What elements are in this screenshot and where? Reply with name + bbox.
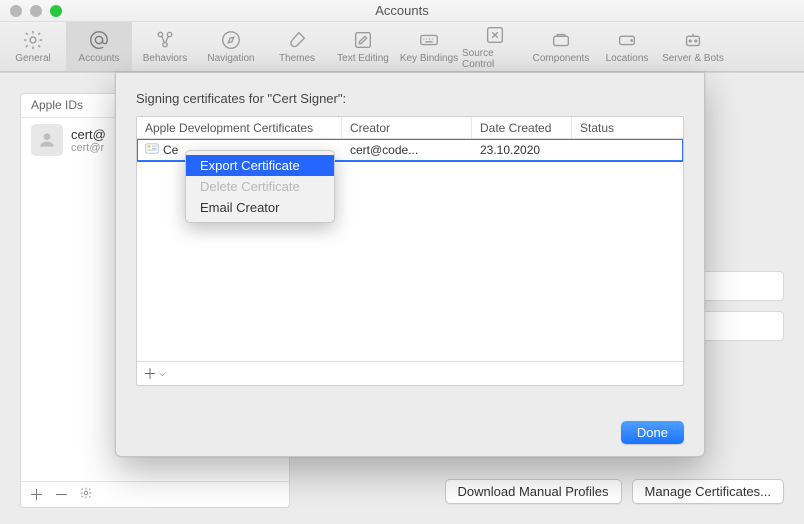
sheet-title: Signing certificates for "Cert Signer": <box>136 91 684 106</box>
preferences-toolbar: General Accounts Behaviors Navigation Th… <box>0 22 804 72</box>
tab-accounts[interactable]: Accounts <box>66 22 132 71</box>
cell-date: 23.10.2020 <box>472 140 572 160</box>
tab-label: Server & Bots <box>662 53 724 64</box>
tab-themes[interactable]: Themes <box>264 22 330 71</box>
disk-icon <box>616 29 638 51</box>
table-header: Apple Development Certificates Creator D… <box>137 117 683 139</box>
tab-navigation[interactable]: Navigation <box>198 22 264 71</box>
tab-label: Accounts <box>78 53 119 64</box>
components-icon <box>550 29 572 51</box>
table-footer: ＋⌵ <box>137 361 683 385</box>
account-sub: cert@r <box>71 142 106 154</box>
add-account-button[interactable]: ＋ <box>29 484 44 505</box>
tab-label: Components <box>533 53 590 64</box>
tab-components[interactable]: Components <box>528 22 594 71</box>
keyboard-icon <box>418 29 440 51</box>
certificate-icon <box>145 143 159 154</box>
gear-icon <box>22 29 44 51</box>
certificate-context-menu: Export Certificate Delete Certificate Em… <box>185 150 335 223</box>
tab-label: Text Editing <box>337 53 389 64</box>
behaviors-icon <box>154 29 176 51</box>
tab-label: Themes <box>279 53 315 64</box>
tab-label: Source Control <box>462 48 528 70</box>
done-button[interactable]: Done <box>621 421 684 444</box>
cell-status <box>572 147 683 153</box>
person-icon <box>37 130 57 150</box>
menu-email-creator[interactable]: Email Creator <box>186 197 334 218</box>
tab-behaviors[interactable]: Behaviors <box>132 22 198 71</box>
remove-account-button[interactable]: － <box>54 484 69 505</box>
titlebar: Accounts <box>0 0 804 22</box>
profile-button-bar: Download Manual Profiles Manage Certific… <box>445 479 784 504</box>
tab-server-bots[interactable]: Server & Bots <box>660 22 726 71</box>
add-certificate-button[interactable]: ＋⌵ <box>143 364 166 384</box>
column-header-creator[interactable]: Creator <box>342 117 472 138</box>
sidebar-footer: ＋ － <box>21 481 289 507</box>
menu-delete-certificate: Delete Certificate <box>186 176 334 197</box>
bot-icon <box>682 29 704 51</box>
column-header-status[interactable]: Status <box>572 117 683 138</box>
tab-label: Locations <box>606 53 649 64</box>
tab-label: Navigation <box>207 53 254 64</box>
menu-export-certificate[interactable]: Export Certificate <box>186 155 334 176</box>
download-profiles-button[interactable]: Download Manual Profiles <box>445 479 622 504</box>
column-header-date[interactable]: Date Created <box>472 117 572 138</box>
signing-certificates-sheet: Signing certificates for "Cert Signer": … <box>115 72 705 457</box>
tab-key-bindings[interactable]: Key Bindings <box>396 22 462 71</box>
window-title: Accounts <box>0 3 804 18</box>
avatar <box>31 124 63 156</box>
manage-certificates-button[interactable]: Manage Certificates... <box>632 479 784 504</box>
at-icon <box>88 29 110 51</box>
tab-locations[interactable]: Locations <box>594 22 660 71</box>
tab-label: Behaviors <box>143 53 187 64</box>
compass-icon <box>220 29 242 51</box>
cell-name-text: Ce <box>163 143 178 157</box>
tab-source-control[interactable]: Source Control <box>462 22 528 71</box>
tab-general[interactable]: General <box>0 22 66 71</box>
tab-label: General <box>15 53 51 64</box>
account-text: cert@ cert@r <box>71 127 106 154</box>
source-control-icon <box>484 24 506 46</box>
edit-icon <box>352 29 374 51</box>
gear-icon <box>79 486 93 500</box>
cell-creator: cert@code... <box>342 140 472 160</box>
tab-label: Key Bindings <box>400 53 458 64</box>
column-header-name[interactable]: Apple Development Certificates <box>137 117 342 138</box>
account-email: cert@ <box>71 127 106 142</box>
settings-account-button[interactable] <box>79 486 93 503</box>
brush-icon <box>286 29 308 51</box>
tab-text-editing[interactable]: Text Editing <box>330 22 396 71</box>
